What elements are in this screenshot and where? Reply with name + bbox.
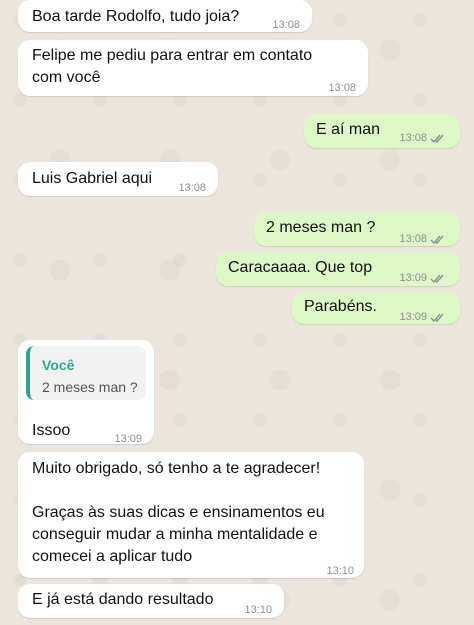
message-bubble-outgoing[interactable]: Parabéns. 13:09 xyxy=(292,292,460,324)
message-meta: 13:09 xyxy=(399,306,446,328)
message-bubble-incoming[interactable]: Muito obrigado, só tenho a te agradecer!… xyxy=(18,452,364,578)
message-time: 13:09 xyxy=(399,311,427,323)
message-bubble-incoming[interactable]: E já está dando resultado 13:10 xyxy=(18,584,284,618)
message-meta: 13:09 xyxy=(399,267,446,289)
quoted-author: Você xyxy=(42,357,75,373)
message-text: Parabéns. xyxy=(304,298,377,315)
message-bubble-outgoing[interactable]: Caracaaaa. Que top 13:09 xyxy=(216,252,460,286)
message-time: 13:08 xyxy=(399,233,427,245)
message-text: Felipe me pediu para entrar em contato c… xyxy=(32,47,313,86)
message-bubble-outgoing[interactable]: E aí man 13:08 xyxy=(304,114,460,148)
double-check-icon xyxy=(430,313,444,322)
double-check-icon xyxy=(430,235,444,244)
message-bubble-incoming-reply[interactable]: Você 2 meses man ? Issoo 13:09 xyxy=(18,340,154,445)
message-bubble-incoming[interactable]: Luis Gabriel aqui 13:08 xyxy=(18,162,218,196)
double-check-icon xyxy=(430,274,444,283)
message-time: 13:08 xyxy=(272,19,300,31)
message-bubble-incoming[interactable]: Felipe me pediu para entrar em contato c… xyxy=(18,40,368,96)
message-text: E já está dando resultado xyxy=(32,591,214,608)
message-time: 13:10 xyxy=(244,604,272,616)
double-check-icon xyxy=(430,134,444,143)
message-bubble-outgoing[interactable]: 2 meses man ? 13:08 xyxy=(254,212,460,246)
message-meta: 13:08 xyxy=(399,127,446,149)
message-time: 13:08 xyxy=(328,82,356,94)
message-text: 2 meses man ? xyxy=(266,219,376,236)
message-time: 13:09 xyxy=(114,433,142,445)
quoted-message[interactable]: Você 2 meses man ? xyxy=(26,346,146,400)
message-text: Boa tarde Rodolfo, tudo joia? xyxy=(32,8,240,25)
message-text: E aí man xyxy=(316,121,381,138)
message-time: 13:08 xyxy=(178,182,206,194)
message-meta: 13:08 xyxy=(399,228,446,250)
message-text: Muito obrigado, só tenho a te agradecer!… xyxy=(32,460,325,565)
message-text: Luis Gabriel aqui xyxy=(32,170,153,187)
message-time: 13:09 xyxy=(399,272,427,284)
message-text: Issoo xyxy=(32,422,71,439)
message-time: 13:10 xyxy=(326,565,354,577)
message-text: Caracaaaa. Que top xyxy=(228,259,373,276)
message-time: 13:08 xyxy=(399,132,427,144)
message-bubble-incoming[interactable]: Boa tarde Rodolfo, tudo joia? 13:08 xyxy=(18,0,312,32)
quoted-text: 2 meses man ? xyxy=(42,379,138,395)
